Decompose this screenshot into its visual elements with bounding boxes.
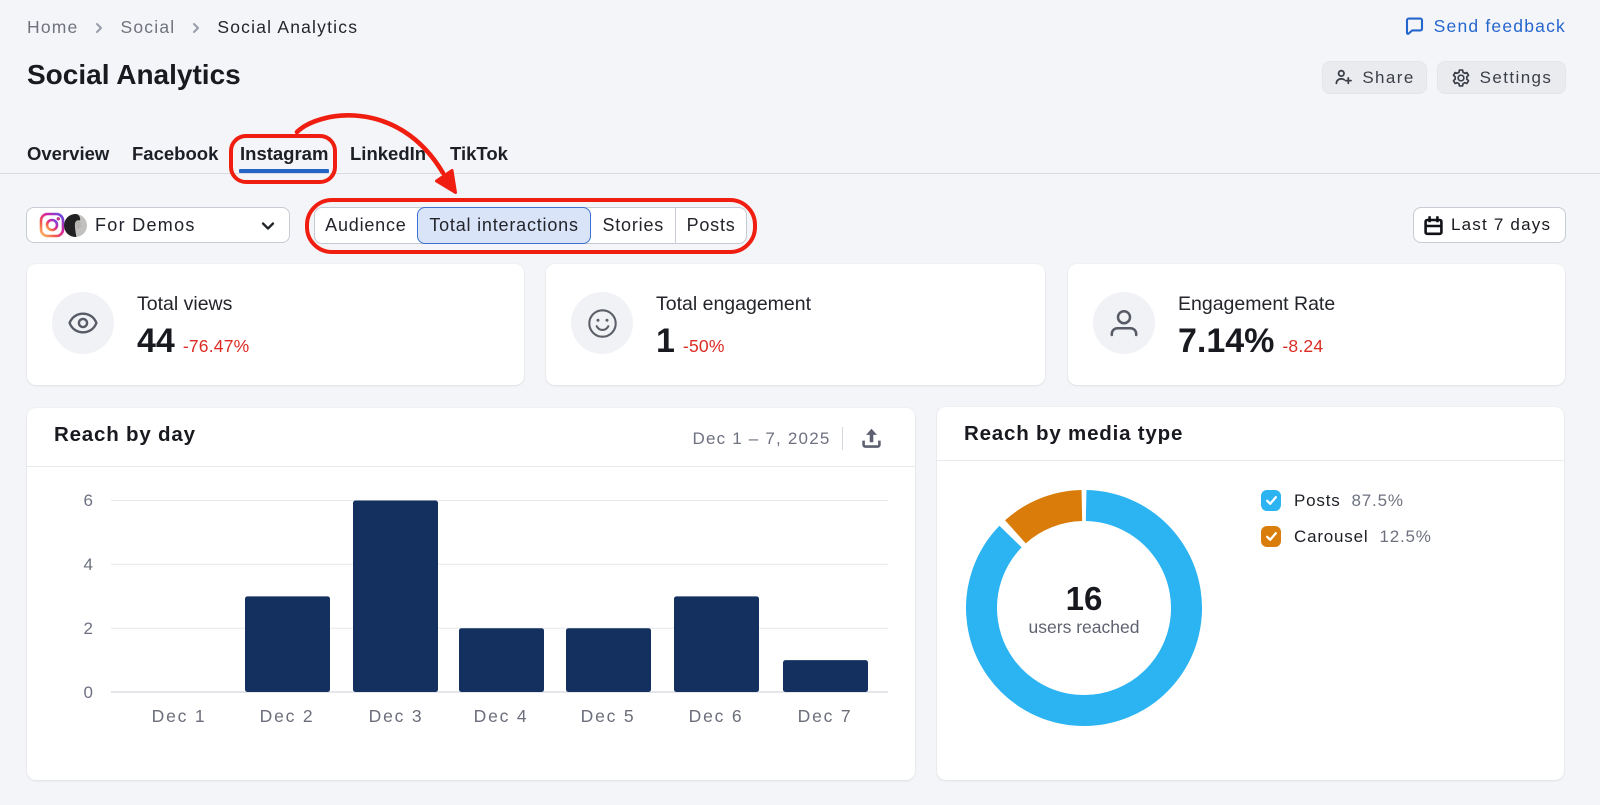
- svg-text:Dec 2: Dec 2: [260, 706, 315, 726]
- svg-text:users reached: users reached: [1029, 617, 1140, 637]
- svg-text:Dec 7: Dec 7: [798, 706, 853, 726]
- svg-text:6: 6: [84, 491, 93, 510]
- svg-text:Dec 6: Dec 6: [689, 706, 744, 726]
- svg-text:16: 16: [1066, 580, 1103, 617]
- svg-text:2: 2: [84, 619, 93, 638]
- svg-text:4: 4: [84, 555, 93, 574]
- svg-text:Dec 1: Dec 1: [152, 706, 207, 726]
- svg-text:Dec 4: Dec 4: [474, 706, 529, 726]
- svg-text:0: 0: [84, 683, 93, 702]
- svg-text:Dec 5: Dec 5: [581, 706, 636, 726]
- svg-text:Dec 3: Dec 3: [369, 706, 424, 726]
